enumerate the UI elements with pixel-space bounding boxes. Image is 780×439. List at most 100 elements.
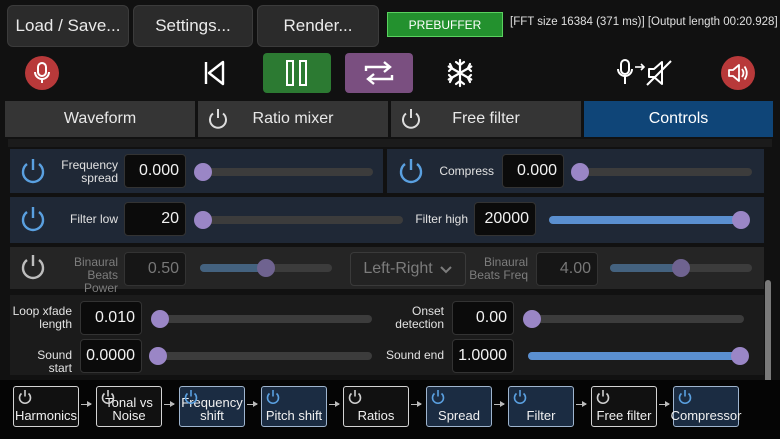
onset-detection-value[interactable]: 0.00 [452,301,514,335]
power-icon[interactable] [399,107,423,131]
audio-output-button[interactable] [721,56,755,90]
slider-thumb[interactable] [257,259,275,277]
chain-module-label: Compressor [670,408,742,423]
filter-low-slider[interactable] [194,211,403,229]
power-icon[interactable] [17,389,33,407]
binaural-freq-value[interactable]: 4.00 [536,252,598,286]
slider-thumb[interactable] [194,211,212,229]
tab-controls[interactable]: Controls [584,101,773,137]
rewind-button[interactable] [197,56,231,90]
chain-module-label: Harmonics [14,408,78,423]
tab-label: Waveform [63,110,137,127]
chain-arrow [247,401,258,407]
mic-to-speaker-off-icon [617,59,672,86]
power-icon[interactable] [347,389,363,407]
tab-label: Free filter [452,110,520,127]
chain-module-label: Ratios [357,408,395,423]
frequency-spread-label: Frequency spread [61,158,118,185]
power-icon[interactable] [183,389,199,407]
frequency-spread-value[interactable]: 0.000 [124,154,186,188]
mic-to-output-toggle[interactable] [612,55,674,91]
slider-thumb[interactable] [672,259,690,277]
tab-waveform[interactable]: Waveform [5,101,195,137]
frequency-spread-power-icon[interactable] [19,157,47,185]
slider-thumb[interactable] [151,310,169,328]
binaural-power-value[interactable]: 0.50 [124,252,186,286]
chain-arrow [81,401,92,407]
chain-module-compressor[interactable]: Compressor [670,386,742,427]
slider-thumb[interactable] [571,163,589,181]
loop-toggle-button[interactable] [345,53,413,93]
filter-low-value[interactable]: 20 [124,202,186,236]
sound-start-label: Sound start [37,348,72,375]
slider-thumb[interactable] [731,347,749,365]
chain-module-label: Pitch shift [265,408,323,423]
freeze-snowflake-icon [447,58,473,88]
binaural-power-icon[interactable] [19,253,47,281]
sound-start-slider[interactable] [149,347,372,365]
power-icon[interactable] [430,389,446,407]
binaural-power-label: Binaural Beats Power [73,255,118,295]
slider-thumb[interactable] [523,310,541,328]
onset-detection-label: Onset detection [395,304,444,331]
fft-status-text: [FFT size 16384 (371 ms)] [Output length… [510,16,778,28]
sound-end-value[interactable]: 1.0000 [452,339,514,373]
chain-module-label: Spread [438,408,480,423]
frequency-spread-slider[interactable] [194,163,373,181]
chain-arrow [659,401,670,407]
power-icon[interactable] [265,389,281,407]
binaural-freq-label: Binaural Beats Freq [469,255,528,282]
skip-back-icon [204,60,225,86]
pause-icon [286,60,307,86]
chain-arrow [164,401,175,407]
compress-value[interactable]: 0.000 [502,154,564,188]
sound-start-value[interactable]: 0.0000 [80,339,142,373]
pause-button[interactable] [263,53,331,93]
chain-module-harmonics[interactable]: Harmonics [13,386,79,427]
chain-module-spread[interactable]: Spread [426,386,492,427]
slider-thumb[interactable] [194,163,212,181]
tab-free-filter[interactable]: Free filter [391,101,581,137]
loop-xfade-value[interactable]: 0.010 [80,301,142,335]
onset-detection-slider[interactable] [523,310,744,328]
chain-arrow [329,401,340,407]
chain-module-pitch-shift[interactable]: Pitch shift [261,386,327,427]
app-window: Load / Save... Settings... Render... PRE… [0,0,780,439]
chain-arrow [494,401,505,407]
binaural-mode-select[interactable]: Left-Right [350,252,466,286]
freeze-button[interactable] [443,56,477,90]
filter-power-icon[interactable] [19,205,47,233]
settings-button[interactable]: Settings... [133,5,253,47]
chain-module-tonal-vs-noise[interactable]: Tonal vs Noise [96,386,162,427]
chain-module-frequency-shift[interactable]: Frequency shift [179,386,245,427]
chain-module-free-filter[interactable]: Free filter [591,386,657,427]
binaural-power-slider[interactable] [200,259,332,277]
filter-high-slider[interactable] [549,211,750,229]
compress-power-icon[interactable] [397,157,425,185]
render-button[interactable]: Render... [257,5,379,47]
compress-slider[interactable] [571,163,752,181]
prebuffer-indicator: PREBUFFER [387,12,503,37]
slider-thumb[interactable] [149,347,167,365]
loop-xfade-slider[interactable] [151,310,372,328]
chain-arrow [576,401,587,407]
power-icon[interactable] [100,389,116,407]
tab-ratio-mixer[interactable]: Ratio mixer [198,101,388,137]
chain-module-label: Free filter [596,408,652,423]
load-save-button[interactable]: Load / Save... [7,5,129,47]
binaural-mode-value: Left-Right [363,260,433,277]
power-icon[interactable] [595,389,611,407]
power-icon[interactable] [677,389,693,407]
slider-thumb[interactable] [732,211,750,229]
chain-module-ratios[interactable]: Ratios [343,386,409,427]
filter-high-label: Filter high [415,212,468,226]
power-icon[interactable] [206,107,230,131]
record-input-button[interactable] [25,56,59,90]
chain-module-filter[interactable]: Filter [508,386,574,427]
vertical-scrollbar[interactable] [765,280,771,390]
sound-end-slider[interactable] [528,347,749,365]
binaural-freq-slider[interactable] [610,259,752,277]
loop-xfade-label: Loop xfade length [12,304,72,331]
filter-high-value[interactable]: 20000 [474,202,536,236]
power-icon[interactable] [512,389,528,407]
